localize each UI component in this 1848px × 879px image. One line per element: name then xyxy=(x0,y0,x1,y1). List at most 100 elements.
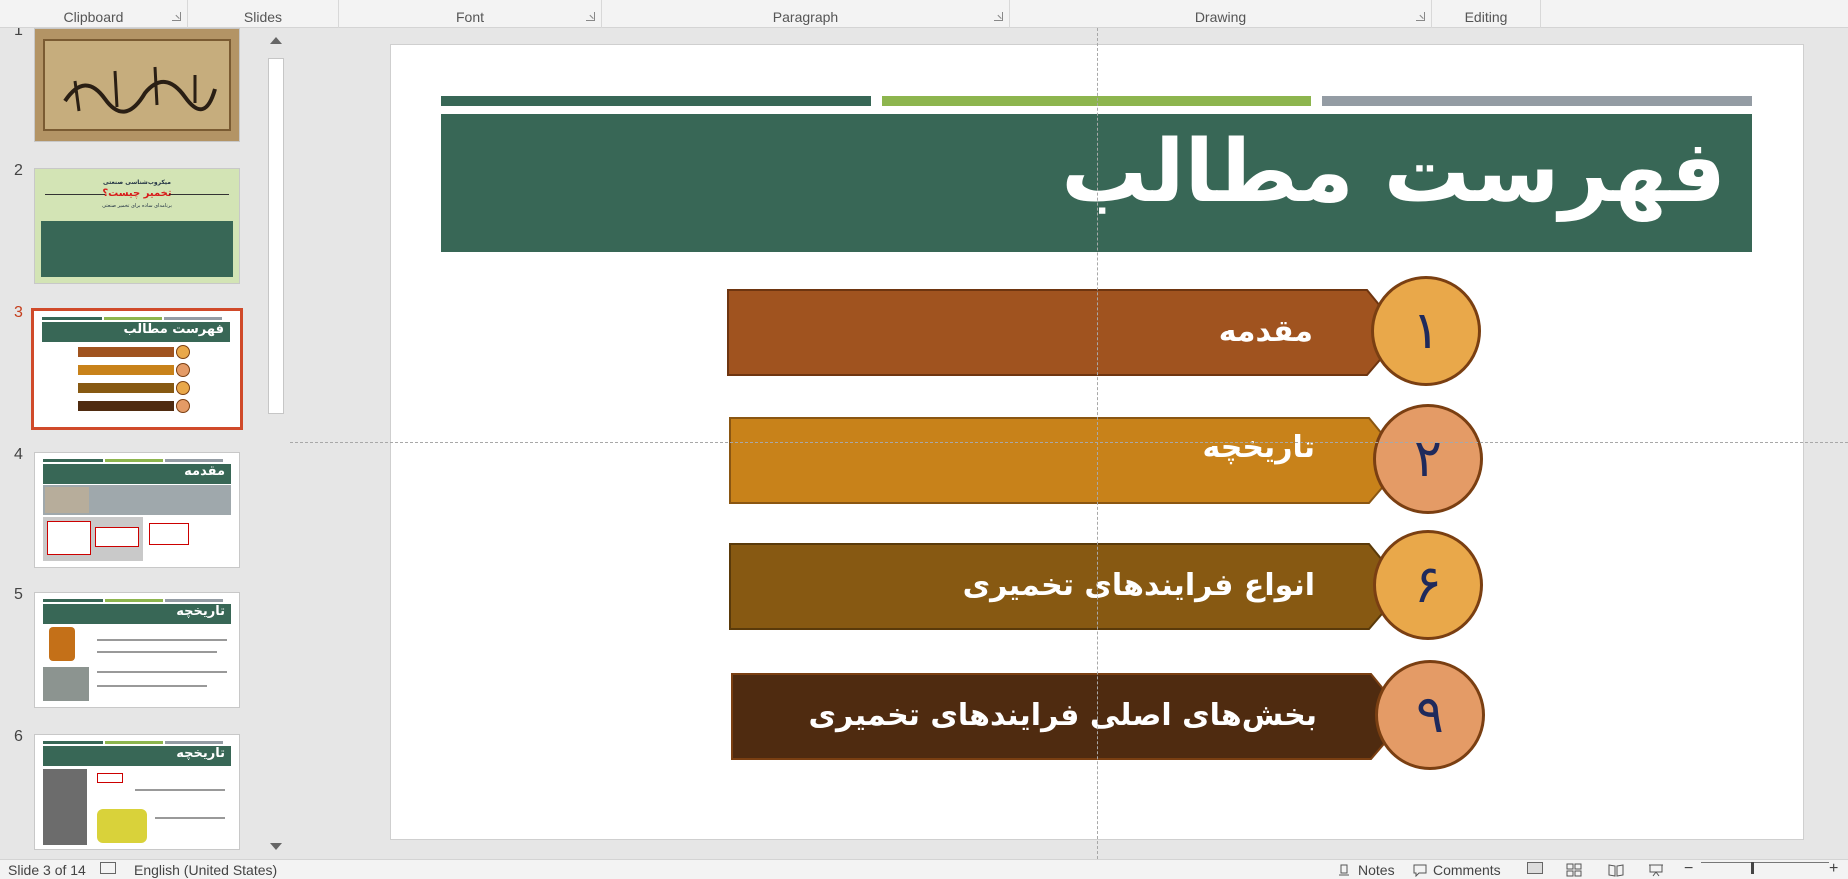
toc-number-circle[interactable]: ٩ xyxy=(1375,660,1485,770)
ribbon-group-drawing[interactable]: Drawing xyxy=(1010,0,1432,28)
toc-label[interactable]: انواع فرایندهای تخمیری xyxy=(963,544,1315,628)
toc-item-1[interactable]: مقدمه ١ xyxy=(727,276,1483,390)
ribbon-group-editing[interactable]: Editing xyxy=(1432,0,1541,28)
toc-item-2[interactable]: تاریخچه ٢ xyxy=(729,404,1485,518)
mini-line xyxy=(105,599,163,602)
ribbon-group-clipboard[interactable]: Clipboard xyxy=(0,0,188,28)
mini-sub-text: برنامه‌ای ساده برای تخمیر صنعتی xyxy=(102,203,172,209)
mini-note xyxy=(47,521,91,555)
ribbon-group-labels: Clipboard Slides Font Paragraph Drawing … xyxy=(0,0,1848,28)
mini-circle xyxy=(176,399,190,413)
zoom-out-icon[interactable]: − xyxy=(1684,860,1693,878)
ribbon-group-paragraph[interactable]: Paragraph xyxy=(602,0,1010,28)
dialog-launcher-icon[interactable] xyxy=(586,12,595,21)
scroll-up-icon[interactable] xyxy=(270,37,282,44)
comments-button[interactable]: Comments xyxy=(1433,862,1501,878)
scrollbar-thumb[interactable] xyxy=(268,58,284,414)
notes-icon[interactable] xyxy=(1337,863,1351,877)
font-label: Font xyxy=(455,9,484,25)
mini-line xyxy=(43,741,103,744)
mini-circle xyxy=(176,345,190,359)
status-bar: Slide 3 of 14 English (United States) No… xyxy=(0,859,1848,879)
mini-line xyxy=(165,741,223,744)
mini-title-bar: تاریخچه xyxy=(43,746,231,766)
mini-text-line xyxy=(97,651,217,653)
mini-circle xyxy=(176,381,190,395)
mini-item xyxy=(78,365,174,375)
calligraphy-icon xyxy=(63,66,217,114)
zoom-slider[interactable] xyxy=(1701,862,1829,863)
scroll-down-icon[interactable] xyxy=(270,843,282,850)
mini-text-line xyxy=(135,789,225,791)
thumbnail-number: 5 xyxy=(14,586,23,603)
thumbnail-number: 4 xyxy=(14,446,23,463)
mini-top-text: میکروب‌شناسی صنعتی xyxy=(103,179,171,186)
mini-line xyxy=(165,459,223,462)
mini-title: مقدمه xyxy=(184,464,225,479)
thumbnail-slide-6[interactable]: تاریخچه xyxy=(34,734,240,850)
toc-number-circle[interactable]: ۶ xyxy=(1373,530,1483,640)
toc-item-3[interactable]: انواع فرایندهای تخمیری ۶ xyxy=(729,530,1485,644)
ribbon-group-slides[interactable]: Slides xyxy=(188,0,339,28)
mini-title-bar: مقدمه xyxy=(43,464,231,484)
toc-item-4[interactable]: بخش‌های اصلی فرایندهای تخمیری ٩ xyxy=(731,660,1487,774)
mini-culture-photo xyxy=(97,809,147,843)
mini-content-box xyxy=(41,221,233,277)
slide-show-icon[interactable] xyxy=(1648,863,1664,877)
mini-line xyxy=(105,459,163,462)
vertical-guide[interactable] xyxy=(1097,28,1098,859)
mini-line xyxy=(42,317,102,320)
horizontal-guide[interactable] xyxy=(290,442,1848,443)
dialog-launcher-icon[interactable] xyxy=(1416,12,1425,21)
thumbnail-slide-5[interactable]: تاریخچه xyxy=(34,592,240,708)
mini-item xyxy=(78,401,174,411)
thumbnail-number: 6 xyxy=(14,728,23,745)
divider xyxy=(169,194,229,195)
slide-sorter-icon[interactable] xyxy=(1566,863,1582,877)
mini-line xyxy=(165,599,223,602)
normal-view-icon[interactable] xyxy=(1527,862,1543,874)
toc-number-circle[interactable]: ٢ xyxy=(1373,404,1483,514)
spell-check-icon[interactable] xyxy=(100,862,116,874)
reading-view-icon[interactable] xyxy=(1608,863,1624,877)
mini-text-line xyxy=(155,817,225,819)
mini-title: تاریخچه xyxy=(176,604,225,619)
thumbnail-slide-3[interactable]: فهرست مطالب xyxy=(31,308,243,430)
mini-item xyxy=(78,383,174,393)
mini-item xyxy=(78,347,174,357)
notes-button[interactable]: Notes xyxy=(1358,862,1395,878)
mini-title: فهرست مطالب xyxy=(123,322,225,337)
thumbnail-slide-1[interactable] xyxy=(34,28,240,142)
thumbnails-scrollbar[interactable] xyxy=(266,28,286,859)
mini-text-line xyxy=(97,671,227,673)
mini-barrel-photo xyxy=(49,627,75,661)
mini-title: تاریخچه xyxy=(176,746,225,761)
mini-line xyxy=(164,317,222,320)
header-line-gray xyxy=(1322,96,1752,106)
divider xyxy=(45,194,105,195)
toc-label[interactable]: بخش‌های اصلی فرایندهای تخمیری xyxy=(809,674,1317,758)
thumbnail-slide-4[interactable]: مقدمه xyxy=(34,452,240,568)
slide-thumbnails-pane[interactable]: 1 2 میکروب‌شناسی صنعتی تخمیر چیست؟ برنام… xyxy=(0,28,290,859)
mini-note xyxy=(149,523,189,545)
toc-label[interactable]: مقدمه xyxy=(1219,290,1313,374)
comments-icon[interactable] xyxy=(1413,863,1427,877)
paragraph-label: Paragraph xyxy=(772,9,839,25)
mini-photo xyxy=(45,487,89,513)
dialog-launcher-icon[interactable] xyxy=(994,12,1003,21)
language-indicator[interactable]: English (United States) xyxy=(134,862,277,878)
mini-line xyxy=(105,741,163,744)
dialog-launcher-icon[interactable] xyxy=(172,12,181,21)
thumbnail-slide-2[interactable]: میکروب‌شناسی صنعتی تخمیر چیست؟ برنامه‌ای… xyxy=(34,168,240,284)
toc-label[interactable]: تاریخچه xyxy=(1203,406,1316,490)
thumbnail-number: 1 xyxy=(14,28,23,39)
ribbon-group-font[interactable]: Font xyxy=(339,0,602,28)
slides-label: Slides xyxy=(243,9,283,25)
zoom-slider-thumb[interactable] xyxy=(1751,862,1754,874)
toc-number-circle[interactable]: ١ xyxy=(1371,276,1481,386)
slide-title[interactable]: فهرست مطالب xyxy=(1061,122,1726,222)
powerpoint-window: Clipboard Slides Font Paragraph Drawing … xyxy=(0,0,1848,879)
thumbnail-number: 2 xyxy=(14,162,23,179)
mini-line xyxy=(104,317,162,320)
zoom-in-icon[interactable]: + xyxy=(1829,860,1838,878)
